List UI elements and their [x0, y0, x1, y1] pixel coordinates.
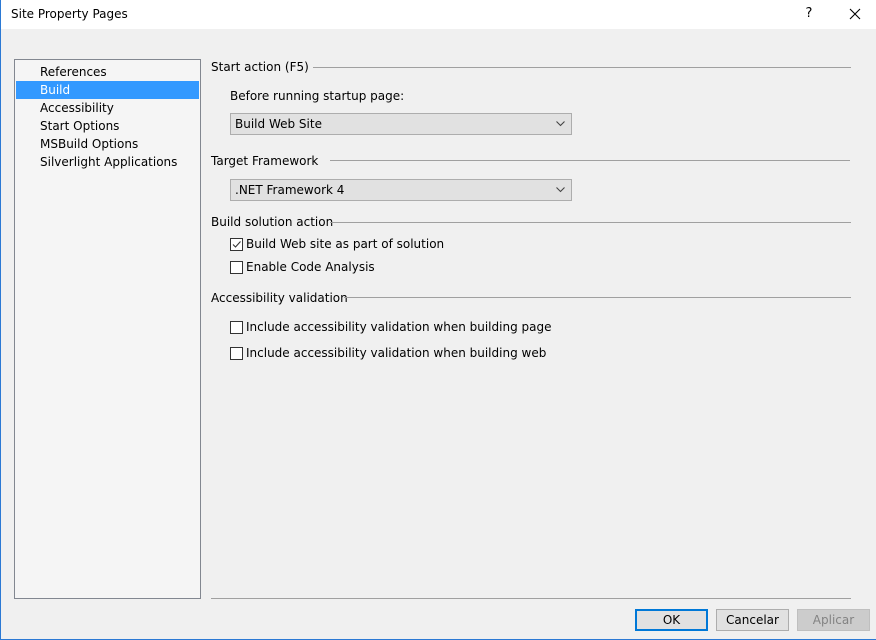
target-framework-divider	[330, 160, 850, 161]
nav-item-references[interactable]: References	[16, 63, 199, 81]
checkmark-icon	[232, 241, 241, 248]
start-action-divider	[313, 67, 851, 68]
close-icon	[849, 8, 861, 20]
checkbox-unchecked[interactable]	[230, 347, 243, 360]
build-web-site-label: Build Web site as part of solution	[246, 237, 445, 251]
accessibility-validation-divider	[344, 297, 851, 298]
property-nav-list: References Build Accessibility Start Opt…	[14, 59, 201, 599]
apply-button[interactable]: Aplicar	[797, 609, 870, 631]
nav-item-msbuild-options[interactable]: MSBuild Options	[16, 135, 199, 153]
validate-web-label: Include accessibility validation when bu…	[246, 346, 547, 360]
enable-code-analysis-label: Enable Code Analysis	[246, 260, 375, 274]
ok-button[interactable]: OK	[635, 609, 708, 631]
target-framework-header: Target Framework	[211, 154, 319, 168]
build-solution-header: Build solution action	[211, 215, 334, 229]
chevron-down-icon	[556, 121, 565, 127]
checkbox-unchecked[interactable]	[230, 321, 243, 334]
target-framework-value: .NET Framework 4	[235, 183, 345, 197]
close-button[interactable]	[841, 2, 869, 26]
cancel-button[interactable]: Cancelar	[716, 609, 789, 631]
validate-page-label: Include accessibility validation when bu…	[246, 320, 552, 334]
before-running-label: Before running startup page:	[230, 89, 405, 103]
dialog-window: Site Property Pages ? References Build A…	[0, 0, 876, 640]
accessibility-validation-header: Accessibility validation	[211, 291, 348, 305]
before-running-dropdown[interactable]: Build Web Site	[230, 113, 572, 135]
nav-item-build[interactable]: Build	[16, 81, 199, 99]
start-action-header: Start action (F5)	[211, 60, 309, 74]
window-title: Site Property Pages	[11, 7, 128, 21]
footer-divider	[211, 598, 851, 599]
chevron-down-icon	[556, 187, 565, 193]
target-framework-dropdown[interactable]: .NET Framework 4	[230, 179, 572, 201]
nav-item-silverlight-applications[interactable]: Silverlight Applications	[16, 153, 199, 171]
checkbox-unchecked[interactable]	[230, 261, 243, 274]
nav-item-start-options[interactable]: Start Options	[16, 117, 199, 135]
title-bar: Site Property Pages ?	[1, 0, 876, 29]
help-button[interactable]: ?	[801, 3, 817, 25]
checkbox-checked[interactable]	[230, 238, 243, 251]
before-running-value: Build Web Site	[235, 117, 322, 131]
nav-item-accessibility[interactable]: Accessibility	[16, 99, 199, 117]
build-solution-divider	[330, 222, 851, 223]
